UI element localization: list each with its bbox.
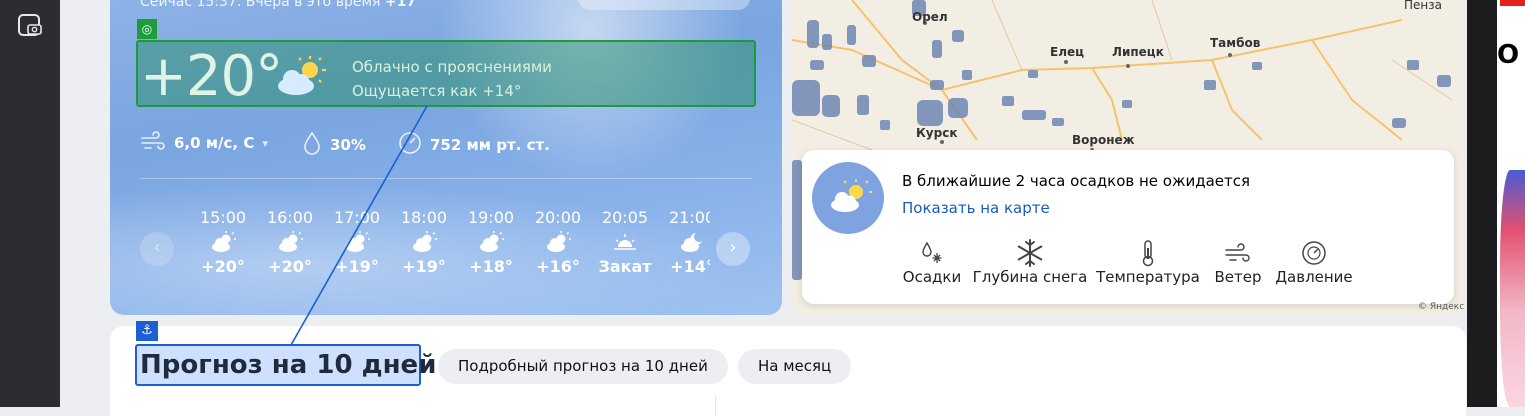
partly-cloudy-icon — [525, 231, 591, 257]
map-city-orel: Орел — [912, 10, 948, 24]
layer-precipitation[interactable]: Осадки — [898, 238, 966, 286]
sunset-icon — [592, 231, 658, 257]
adjacent-letter: O — [1497, 40, 1520, 70]
hour-item[interactable]: 16:00 +20° — [257, 208, 323, 276]
hour-time: 20:00 — [534, 208, 582, 227]
forecast-title: Прогноз на 10 дней — [140, 350, 437, 380]
hour-item[interactable]: 17:00 +19° — [324, 208, 390, 276]
partly-cloudy-icon — [257, 231, 323, 257]
current-temp-block[interactable]: +20° Облачно с прояснениями Ощущается ка… — [136, 40, 756, 109]
partly-cloudy-icon — [391, 231, 457, 257]
show-on-map-link[interactable]: Показать на карте — [902, 199, 1050, 217]
layer-label: Осадки — [902, 268, 962, 286]
hour-item[interactable]: 18:00 +19° — [391, 208, 457, 276]
chevron-down-icon: ▾ — [262, 136, 268, 150]
map-copyright: © Яндекс — [1418, 302, 1465, 312]
hour-item[interactable]: 21:00 +14° — [659, 208, 710, 276]
hour-temp: +16° — [536, 257, 580, 276]
precipitation-icon — [898, 238, 966, 268]
hour-time: 21:00 — [668, 208, 710, 227]
map-city-penza: Пенза — [1404, 0, 1442, 12]
partly-cloudy-icon — [458, 231, 524, 257]
map-city-kursk: Курск — [916, 126, 958, 140]
top-pill[interactable] — [578, 0, 750, 10]
hour-time: 18:00 — [400, 208, 448, 227]
forecast-title-highlight: Прогноз на 10 дней — [135, 344, 436, 386]
target-marker-icon: ◎ — [137, 19, 157, 39]
month-forecast-button[interactable]: На месяц — [738, 349, 852, 384]
hour-temp: +20° — [201, 257, 245, 276]
hour-time: 17:00 — [333, 208, 381, 227]
hourly-forecast: ‹ 15:00 +20° 16:00 +20° 17:00 +19° 18:00… — [140, 208, 752, 288]
layer-label: Давление — [1275, 268, 1353, 286]
layer-snow-depth[interactable]: Глубина снега — [970, 238, 1090, 286]
hour-item[interactable]: 20:05 Закат — [592, 208, 658, 276]
hour-item[interactable]: 20:00 +16° — [525, 208, 591, 276]
hour-item[interactable]: 19:00 +18° — [458, 208, 524, 276]
layer-pressure[interactable]: Давление — [1274, 238, 1354, 286]
hours-window: 15:00 +20° 16:00 +20° 17:00 +19° 18:00 +… — [180, 208, 710, 288]
pressure-stat: 752 мм рт. ст. — [398, 131, 550, 159]
partly-cloudy-night-icon — [659, 231, 710, 257]
layer-label: Ветер — [1214, 268, 1262, 286]
pressure-value: 752 мм рт. ст. — [430, 136, 550, 154]
precipitation-map[interactable]: Орел Елец Липецк Тамбов Пенза Курск Воро… — [792, 0, 1466, 315]
scroll-left-button[interactable]: ‹ — [140, 232, 174, 266]
wind-icon — [1210, 238, 1266, 268]
hour-temp: Закат — [598, 257, 652, 276]
pressure-gauge-icon — [1274, 238, 1354, 268]
forecast-card: ⚓ Прогноз на 10 дней Подробный прогноз н… — [110, 321, 1466, 416]
partly-cloudy-icon — [324, 231, 390, 257]
screenshot-icon[interactable] — [17, 12, 43, 38]
nowcast-panel: В ближайшие 2 часа осадков не ожидается … — [802, 150, 1454, 304]
current-weather-card: Сейчас 15:37. Вчера в это время +17° ◎ +… — [110, 0, 782, 315]
hour-temp: +19° — [335, 257, 379, 276]
layer-label: Глубина снега — [972, 268, 1088, 286]
hour-item[interactable]: 15:00 +20° — [190, 208, 256, 276]
partly-cloudy-icon — [812, 162, 884, 234]
map-city-tambov: Тамбов — [1210, 36, 1261, 50]
hour-temp: +19° — [402, 257, 446, 276]
droplet-icon — [302, 131, 322, 159]
hour-temp: +20° — [268, 257, 312, 276]
wind-value: 6,0 м/с, С — [174, 134, 255, 152]
adjacent-illustration — [1500, 170, 1525, 407]
pressure-gauge-icon — [398, 131, 422, 159]
nowcast-title: В ближайшие 2 часа осадков не ожидается — [902, 172, 1251, 190]
hour-temp: +18° — [469, 257, 513, 276]
partly-cloudy-icon — [190, 231, 256, 257]
map-city-elets: Елец — [1050, 45, 1085, 59]
anchor-icon: ⚓ — [136, 321, 158, 341]
layer-label: Температура — [1096, 268, 1200, 286]
yesterday-temp: +17° — [384, 0, 424, 10]
layer-wind[interactable]: Ветер — [1210, 238, 1266, 286]
feels-like-text: Ощущается как +14° — [352, 82, 522, 100]
snowflake-icon — [970, 238, 1090, 268]
now-line: Сейчас 15:37. Вчера в это время +17° — [140, 0, 423, 10]
divider — [140, 178, 752, 179]
now-line-prefix: Сейчас 15:37. Вчера в это время — [140, 0, 381, 10]
scroll-right-button[interactable]: › — [716, 232, 750, 266]
left-rail — [0, 0, 60, 407]
layer-temperature[interactable]: Температура — [1094, 238, 1202, 286]
humidity-stat: 30% — [302, 131, 366, 159]
condition-text: Облачно с прояснениями — [352, 58, 552, 76]
hour-time: 15:00 — [199, 208, 247, 227]
current-temperature: +20° — [140, 44, 283, 109]
divider — [715, 396, 716, 416]
humidity-value: 30% — [330, 136, 366, 154]
hour-time: 16:00 — [266, 208, 314, 227]
wind-icon — [140, 131, 166, 155]
wind-stat[interactable]: 6,0 м/с, С ▾ — [140, 131, 268, 155]
map-city-voronezh: Воронеж — [1072, 133, 1135, 147]
partly-cloudy-icon — [272, 54, 332, 102]
hour-time: 20:05 — [601, 208, 649, 227]
adjacent-accent — [1500, 0, 1525, 6]
hour-time: 19:00 — [467, 208, 515, 227]
detailed-forecast-button[interactable]: Подробный прогноз на 10 дней — [438, 349, 728, 384]
map-city-lipetsk: Липецк — [1112, 45, 1164, 59]
hour-temp: +14° — [670, 257, 710, 276]
adjacent-window: O — [1467, 0, 1525, 407]
thermometer-icon — [1094, 238, 1202, 268]
